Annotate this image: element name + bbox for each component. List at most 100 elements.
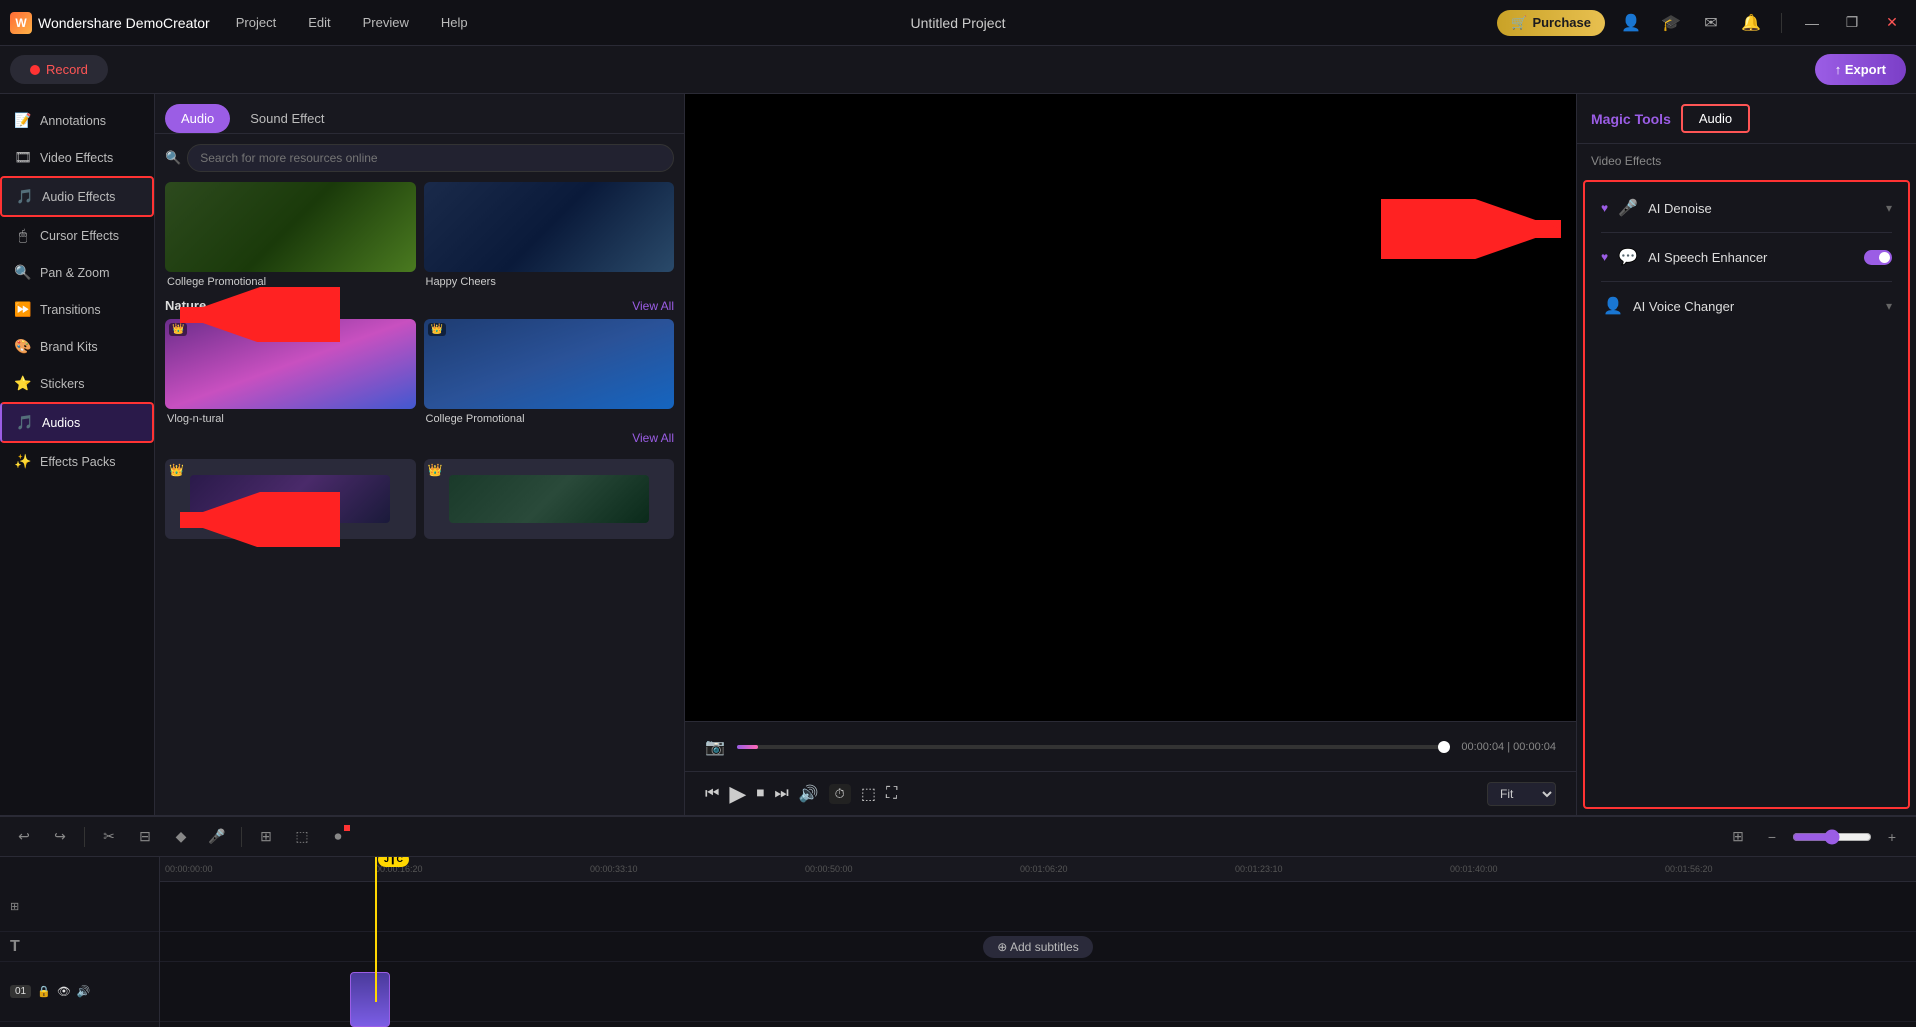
add-track-icon[interactable]: ⊞ <box>10 900 19 913</box>
fullscreen-icon[interactable]: ⛶ <box>886 785 897 803</box>
nav-help[interactable]: Help <box>435 11 474 34</box>
crop-icon[interactable]: ⬚ <box>861 784 876 804</box>
sidebar-item-brand-kits[interactable]: 🎨 Brand Kits <box>0 328 154 365</box>
tab-audio[interactable]: Audio <box>165 104 230 133</box>
play-icon[interactable]: ▶ <box>729 781 746 807</box>
sidebar-item-transitions[interactable]: ⏩ Transitions <box>0 291 154 328</box>
track-label-audio: 01 🔒 👁 🔊 <box>0 962 159 1022</box>
progress-thumb <box>1438 741 1450 753</box>
sidebar-label-audio-effects: Audio Effects <box>42 190 115 204</box>
subtitle-button[interactable]: ⬚ <box>288 823 316 851</box>
playback-bar: 📷 00:00:04 | 00:00:04 <box>685 721 1576 771</box>
close-button[interactable]: ✕ <box>1878 9 1906 37</box>
grid-view-button[interactable]: ⊞ <box>1724 823 1752 851</box>
sidebar-item-stickers[interactable]: ⭐ Stickers <box>0 365 154 402</box>
app-name: Wondershare DemoCreator <box>38 15 210 31</box>
maximize-button[interactable]: ❐ <box>1838 9 1866 37</box>
tab-sound-effect[interactable]: Sound Effect <box>234 104 340 133</box>
nav-project[interactable]: Project <box>230 11 282 34</box>
zoom-slider[interactable] <box>1792 829 1872 845</box>
mail-icon[interactable]: ✉ <box>1697 9 1725 37</box>
fit-control: Fit 100% 75% 50% <box>1487 782 1556 806</box>
speech-icon: 💬 <box>1616 247 1640 267</box>
sidebar-item-effects-packs[interactable]: ✨ Effects Packs <box>0 443 154 480</box>
media-grid-top: College Promotional Happy Cheers <box>165 182 674 288</box>
college-promotional-thumb[interactable] <box>165 182 416 272</box>
mic-button[interactable]: 🎤 <box>203 823 231 851</box>
rewind-icon[interactable]: ⏮ <box>705 785 719 803</box>
list-item[interactable]: Happy Cheers <box>424 182 675 288</box>
volume-icon[interactable]: 🔊 <box>799 784 819 804</box>
list-item[interactable]: 👑 Vlog-n-tural <box>165 319 416 425</box>
sidebar-label-cursor-effects: Cursor Effects <box>40 229 119 243</box>
effect-row-voice-changer[interactable]: 👤 AI Voice Changer ▾ <box>1595 286 1898 326</box>
sidebar: 📝 Annotations 🎞 Video Effects 🎵 Audio Ef… <box>0 94 155 815</box>
user-icon[interactable]: 👤 <box>1617 9 1645 37</box>
voice-changer-expand-icon[interactable]: ▾ <box>1886 299 1892 313</box>
export-button[interactable]: ↑ Export <box>1815 54 1906 85</box>
playhead-indicator: J❙C <box>378 857 409 867</box>
voice-changer-label: AI Voice Changer <box>1633 299 1878 314</box>
audio-clip[interactable] <box>350 972 390 1027</box>
sidebar-item-annotations[interactable]: 📝 Annotations <box>0 102 154 139</box>
list-item[interactable]: College Promotional <box>165 182 416 288</box>
audios-icon: 🎵 <box>16 414 34 431</box>
search-input[interactable] <box>187 144 674 172</box>
minimize-button[interactable]: — <box>1798 9 1826 37</box>
lock-icon[interactable]: 🔒 <box>37 985 51 998</box>
speech-enhancer-toggle[interactable] <box>1864 250 1892 265</box>
right-panel-tabs: Magic Tools Audio <box>1577 94 1916 144</box>
timeline-tracks: J❙C ⊕ Add subtitles <box>160 882 1916 1027</box>
record-dot-icon <box>30 65 40 75</box>
screenshot-icon[interactable]: 📷 <box>705 737 725 757</box>
stickers-icon: ⭐ <box>14 375 32 392</box>
stop-icon[interactable]: ⏹ <box>756 785 764 803</box>
audio-track-icon[interactable]: 🔊 <box>77 985 91 998</box>
crown-icon-college: 👑 <box>428 323 446 336</box>
record-button[interactable]: Record <box>10 55 108 84</box>
trim-button[interactable]: ✂ <box>95 823 123 851</box>
sidebar-item-pan-zoom[interactable]: 🔍 Pan & Zoom <box>0 254 154 291</box>
college-promotional-nature-thumb[interactable] <box>424 319 675 409</box>
speed-icon[interactable]: ⏱ <box>829 784 851 804</box>
add-subtitles-button[interactable]: ⊕ Add subtitles <box>983 936 1092 958</box>
nature-view-all[interactable]: View All <box>632 299 674 313</box>
marker-button[interactable]: ◆ <box>167 823 195 851</box>
fit-select[interactable]: Fit 100% 75% 50% <box>1487 782 1556 806</box>
list-item[interactable]: 👑 <box>424 459 675 539</box>
undo-button[interactable]: ↩ <box>10 823 38 851</box>
happy-cheers-thumb[interactable] <box>424 182 675 272</box>
bottom-thumbs: 👑 👑 <box>165 459 674 539</box>
bell-icon[interactable]: 🔔 <box>1737 9 1765 37</box>
nav-edit[interactable]: Edit <box>302 11 336 34</box>
denoise-expand-icon[interactable]: ▾ <box>1886 201 1892 215</box>
zoom-in-button[interactable]: + <box>1878 823 1906 851</box>
purchase-button[interactable]: 🛒 Purchase <box>1497 10 1605 36</box>
zoom-out-button[interactable]: − <box>1758 823 1786 851</box>
record-tl-button[interactable]: ⏺ <box>324 823 352 851</box>
view-all-button[interactable]: View All <box>632 431 674 445</box>
audio-tab-button[interactable]: Audio <box>1681 104 1750 133</box>
sidebar-item-cursor-effects[interactable]: 🖱 Cursor Effects <box>0 217 154 254</box>
magic-tools-label[interactable]: Magic Tools <box>1591 111 1671 127</box>
progress-bar[interactable] <box>737 745 1449 749</box>
graduate-icon[interactable]: 🎓 <box>1657 9 1685 37</box>
vlog-thumb[interactable] <box>165 319 416 409</box>
redo-button[interactable]: ↪ <box>46 823 74 851</box>
sidebar-item-video-effects[interactable]: 🎞 Video Effects <box>0 139 154 176</box>
list-item[interactable]: 👑 <box>165 459 416 539</box>
effect-row-ai-denoise[interactable]: ♥ 🎤 AI Denoise ▾ <box>1595 188 1898 228</box>
list-item[interactable]: 👑 College Promotional <box>424 319 675 425</box>
ruler-mark-4: 00:01:06:20 <box>1020 864 1068 874</box>
nav-preview[interactable]: Preview <box>357 11 415 34</box>
main-layout: 📝 Annotations 🎞 Video Effects 🎵 Audio Ef… <box>0 94 1916 815</box>
fast-forward-icon[interactable]: ⏭ <box>774 785 788 803</box>
effect-row-speech-enhancer[interactable]: ♥ 💬 AI Speech Enhancer <box>1595 237 1898 277</box>
sidebar-item-audio-effects[interactable]: 🎵 Audio Effects <box>0 176 154 217</box>
ruler-mark-6: 00:01:40:00 <box>1450 864 1498 874</box>
track-label-subtitle: T <box>0 932 159 962</box>
split-button[interactable]: ⊟ <box>131 823 159 851</box>
pip-button[interactable]: ⊞ <box>252 823 280 851</box>
sidebar-item-audios[interactable]: 🎵 Audios <box>0 402 154 443</box>
eye-icon[interactable]: 👁 <box>57 985 71 998</box>
